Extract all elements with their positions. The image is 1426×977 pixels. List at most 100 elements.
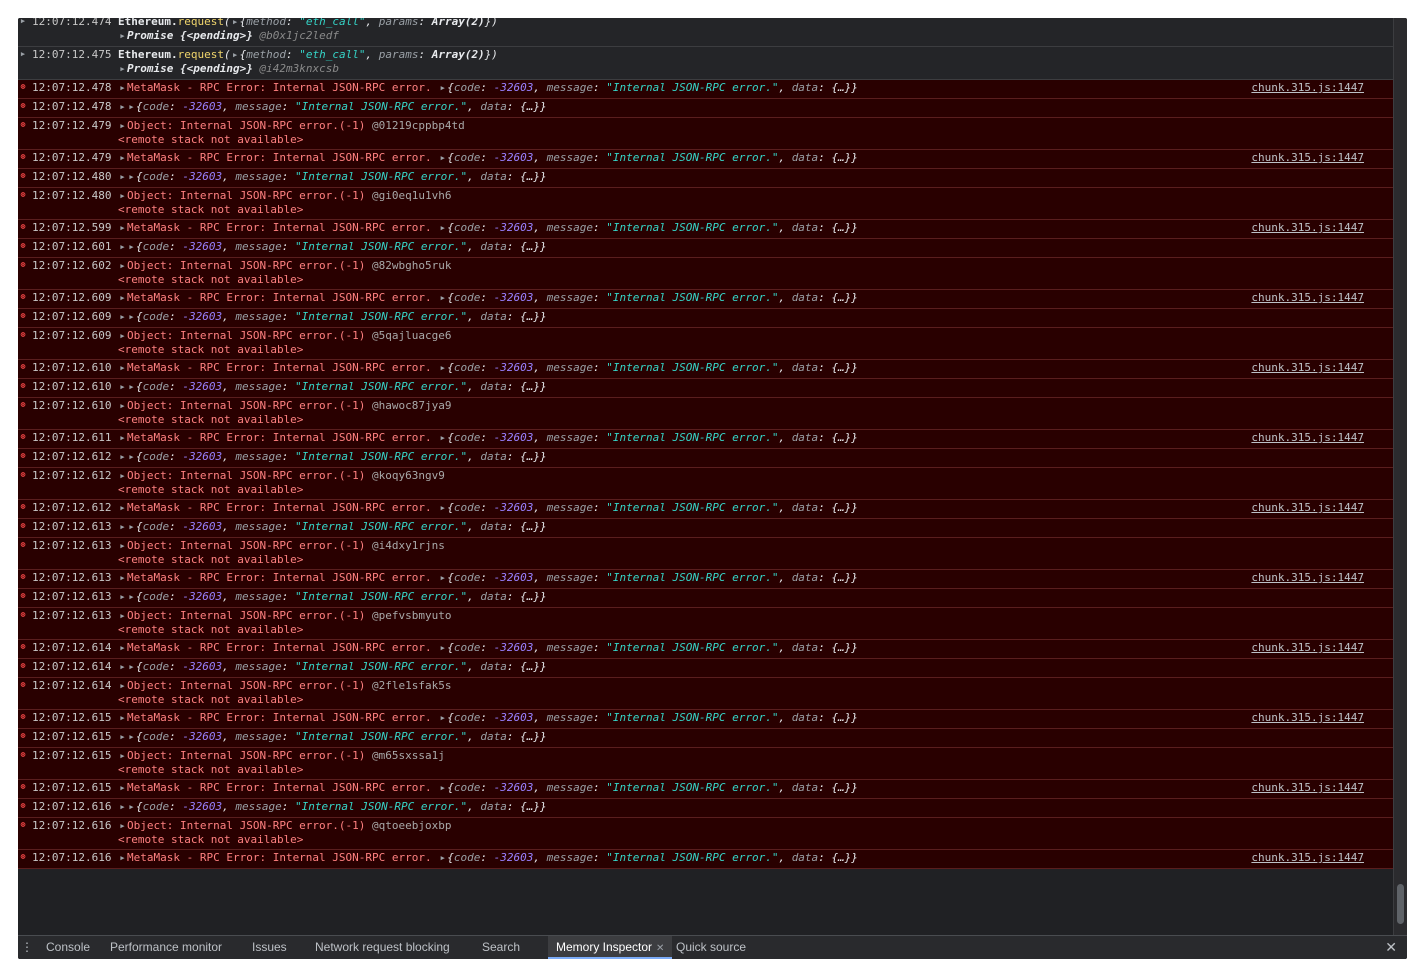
expand-triangle-icon[interactable]: ▶ <box>18 18 28 26</box>
console-message-obj[interactable]: ⊗ 12:07:12.615 ▶ ▶ {code: -32603, message: "… <box>18 729 1393 748</box>
console-message-obj[interactable]: ⊗ 12:07:12.613 ▶ ▶ {code: -32603, message: "… <box>18 589 1393 608</box>
console-message-obj[interactable]: ⊗ 12:07:12.612 ▶ ▶ {code: -32603, message: "… <box>18 449 1393 468</box>
expand-triangle-icon[interactable]: ▶ <box>118 30 127 43</box>
console-message-obj[interactable]: ⊗ 12:07:12.614 ▶ ▶ {code: -32603, message: "… <box>18 659 1393 678</box>
vertical-dots-icon[interactable]: ⋮ <box>21 940 33 956</box>
console-message-obj[interactable]: ⊗ 12:07:12.480 ▶ ▶ {code: -32603, message: "… <box>18 169 1393 188</box>
expand-triangle-icon[interactable]: ▶ <box>231 18 240 29</box>
drawer-tab-memory-inspector[interactable]: Memory Inspector ✕ <box>548 936 673 959</box>
source-link[interactable]: chunk.315.js:1447 <box>1251 221 1364 234</box>
expand-triangle-icon[interactable]: ▶ <box>127 591 136 604</box>
expand-triangle-icon[interactable]: ▶ <box>438 642 447 655</box>
expand-triangle-icon[interactable]: ▶ <box>118 152 127 165</box>
expand-triangle-icon[interactable]: ▶ <box>118 330 127 343</box>
expand-triangle-icon[interactable]: ▶ <box>118 680 127 693</box>
expand-triangle-icon[interactable]: ▶ <box>127 381 136 394</box>
source-link[interactable]: chunk.315.js:1447 <box>1251 81 1364 94</box>
console-message-meta[interactable]: ⊗ 12:07:12.599 ▶ MetaMask - RPC Error: Inte… <box>18 220 1393 239</box>
console-message-remote[interactable]: ⊗ 12:07:12.615 ▶ Object: Internal JSON-RPC … <box>18 748 1393 780</box>
expand-triangle-icon[interactable]: ▶ <box>118 432 127 445</box>
console-message-remote[interactable]: ⊗ 12:07:12.614 ▶ Object: Internal JSON-RPC … <box>18 678 1393 710</box>
expand-triangle-icon[interactable]: ▶ <box>118 521 127 534</box>
console-message-remote[interactable]: ⊗ 12:07:12.479 ▶ Object: Internal JSON-RPC … <box>18 118 1393 150</box>
console-message-obj[interactable]: ⊗ 12:07:12.601 ▶ ▶ {code: -32603, message: "… <box>18 239 1393 258</box>
expand-triangle-icon[interactable]: ▶ <box>127 241 136 254</box>
source-link[interactable]: chunk.315.js:1447 <box>1251 571 1364 584</box>
expand-triangle-icon[interactable]: ▶ <box>118 820 127 833</box>
console-message-obj[interactable]: ⊗ 12:07:12.609 ▶ ▶ {code: -32603, message: "… <box>18 309 1393 328</box>
expand-triangle-icon[interactable]: ▶ <box>118 222 127 235</box>
expand-triangle-icon[interactable]: ▶ <box>118 661 127 674</box>
drawer-tab-network-request-blocking[interactable]: Network request blocking <box>315 936 450 959</box>
console-message-remote[interactable]: ⊗ 12:07:12.616 ▶ Object: Internal JSON-RPC … <box>18 818 1393 850</box>
expand-triangle-icon[interactable]: ▶ <box>118 502 127 515</box>
expand-triangle-icon[interactable]: ▶ <box>231 49 240 62</box>
drawer-tab-quick-source[interactable]: Quick source <box>676 936 746 959</box>
expand-triangle-icon[interactable]: ▶ <box>438 572 447 585</box>
console-message-obj[interactable]: ⊗ 12:07:12.610 ▶ ▶ {code: -32603, message: "… <box>18 379 1393 398</box>
expand-triangle-icon[interactable]: ▶ <box>438 222 447 235</box>
expand-triangle-icon[interactable]: ▶ <box>118 120 127 133</box>
expand-triangle-icon[interactable]: ▶ <box>118 852 127 865</box>
source-link[interactable]: chunk.315.js:1447 <box>1251 851 1364 864</box>
expand-triangle-icon[interactable]: ▶ <box>118 400 127 413</box>
expand-triangle-icon[interactable]: ▶ <box>118 241 127 254</box>
console-message-remote[interactable]: ⊗ 12:07:12.602 ▶ Object: Internal JSON-RPC … <box>18 258 1393 290</box>
console-message-info[interactable]: ▶ 12:07:12.475 Ethereum.request(▶ {method: … <box>18 47 1393 80</box>
console-message-obj[interactable]: ⊗ 12:07:12.616 ▶ ▶ {code: -32603, message: "… <box>18 799 1393 818</box>
console-message-meta[interactable]: ⊗ 12:07:12.615 ▶ MetaMask - RPC Error: Inte… <box>18 780 1393 799</box>
expand-triangle-icon[interactable]: ▶ <box>118 731 127 744</box>
close-icon[interactable]: ✕ <box>1385 939 1397 955</box>
console-log[interactable]: ▶ 12:07:12.474 Ethereum.request(▶ {method: … <box>18 18 1393 935</box>
source-link[interactable]: chunk.315.js:1447 <box>1251 501 1364 514</box>
console-message-meta[interactable]: ⊗ 12:07:12.478 ▶ MetaMask - RPC Error: Inte… <box>18 80 1393 99</box>
expand-triangle-icon[interactable]: ▶ <box>127 661 136 674</box>
expand-triangle-icon[interactable]: ▶ <box>438 152 447 165</box>
expand-triangle-icon[interactable]: ▶ <box>118 292 127 305</box>
console-message-meta[interactable]: ⊗ 12:07:12.611 ▶ MetaMask - RPC Error: Inte… <box>18 430 1393 449</box>
source-link[interactable]: chunk.315.js:1447 <box>1251 151 1364 164</box>
expand-triangle-icon[interactable]: ▶ <box>118 801 127 814</box>
expand-triangle-icon[interactable]: ▶ <box>118 572 127 585</box>
expand-triangle-icon[interactable]: ▶ <box>118 642 127 655</box>
console-message-meta[interactable]: ⊗ 12:07:12.614 ▶ MetaMask - RPC Error: Inte… <box>18 640 1393 659</box>
expand-triangle-icon[interactable]: ▶ <box>438 782 447 795</box>
expand-triangle-icon[interactable]: ▶ <box>438 362 447 375</box>
drawer-tab-console[interactable]: Console <box>46 936 90 959</box>
expand-triangle-icon[interactable]: ▶ <box>438 292 447 305</box>
source-link[interactable]: chunk.315.js:1447 <box>1251 361 1364 374</box>
expand-triangle-icon[interactable]: ▶ <box>118 190 127 203</box>
console-message-remote[interactable]: ⊗ 12:07:12.612 ▶ Object: Internal JSON-RPC … <box>18 468 1393 500</box>
expand-triangle-icon[interactable]: ▶ <box>118 381 127 394</box>
expand-triangle-icon[interactable]: ▶ <box>127 311 136 324</box>
expand-triangle-icon[interactable]: ▶ <box>438 432 447 445</box>
console-message-meta[interactable]: ⊗ 12:07:12.479 ▶ MetaMask - RPC Error: Inte… <box>18 150 1393 169</box>
expand-triangle-icon[interactable]: ▶ <box>118 311 127 324</box>
expand-triangle-icon[interactable]: ▶ <box>118 362 127 375</box>
expand-triangle-icon[interactable]: ▶ <box>118 591 127 604</box>
expand-triangle-icon[interactable]: ▶ <box>118 82 127 95</box>
source-link[interactable]: chunk.315.js:1447 <box>1251 781 1364 794</box>
source-link[interactable]: chunk.315.js:1447 <box>1251 431 1364 444</box>
drawer-tab-performance-monitor[interactable]: Performance monitor <box>110 936 222 959</box>
console-message-remote[interactable]: ⊗ 12:07:12.613 ▶ Object: Internal JSON-RPC … <box>18 538 1393 570</box>
source-link[interactable]: chunk.315.js:1447 <box>1251 641 1364 654</box>
expand-triangle-icon[interactable]: ▶ <box>127 801 136 814</box>
expand-triangle-icon[interactable]: ▶ <box>127 101 136 114</box>
console-message-meta[interactable]: ⊗ 12:07:12.616 ▶ MetaMask - RPC Error: Inte… <box>18 850 1393 869</box>
expand-triangle-icon[interactable]: ▶ <box>18 49 28 59</box>
console-scrollbar[interactable] <box>1393 18 1407 935</box>
expand-triangle-icon[interactable]: ▶ <box>118 540 127 553</box>
expand-triangle-icon[interactable]: ▶ <box>438 852 447 865</box>
expand-triangle-icon[interactable]: ▶ <box>118 782 127 795</box>
console-message-meta[interactable]: ⊗ 12:07:12.610 ▶ MetaMask - RPC Error: Inte… <box>18 360 1393 379</box>
scrollbar-thumb[interactable] <box>1397 884 1404 924</box>
console-message-obj[interactable]: ⊗ 12:07:12.478 ▶ ▶ {code: -32603, message: "… <box>18 99 1393 118</box>
expand-triangle-icon[interactable]: ▶ <box>127 521 136 534</box>
console-message-remote[interactable]: ⊗ 12:07:12.609 ▶ Object: Internal JSON-RPC … <box>18 328 1393 360</box>
expand-triangle-icon[interactable]: ▶ <box>118 63 127 76</box>
console-message-remote[interactable]: ⊗ 12:07:12.610 ▶ Object: Internal JSON-RPC … <box>18 398 1393 430</box>
expand-triangle-icon[interactable]: ▶ <box>118 260 127 273</box>
drawer-tab-search[interactable]: Search <box>482 936 520 959</box>
console-message-remote[interactable]: ⊗ 12:07:12.613 ▶ Object: Internal JSON-RPC … <box>18 608 1393 640</box>
